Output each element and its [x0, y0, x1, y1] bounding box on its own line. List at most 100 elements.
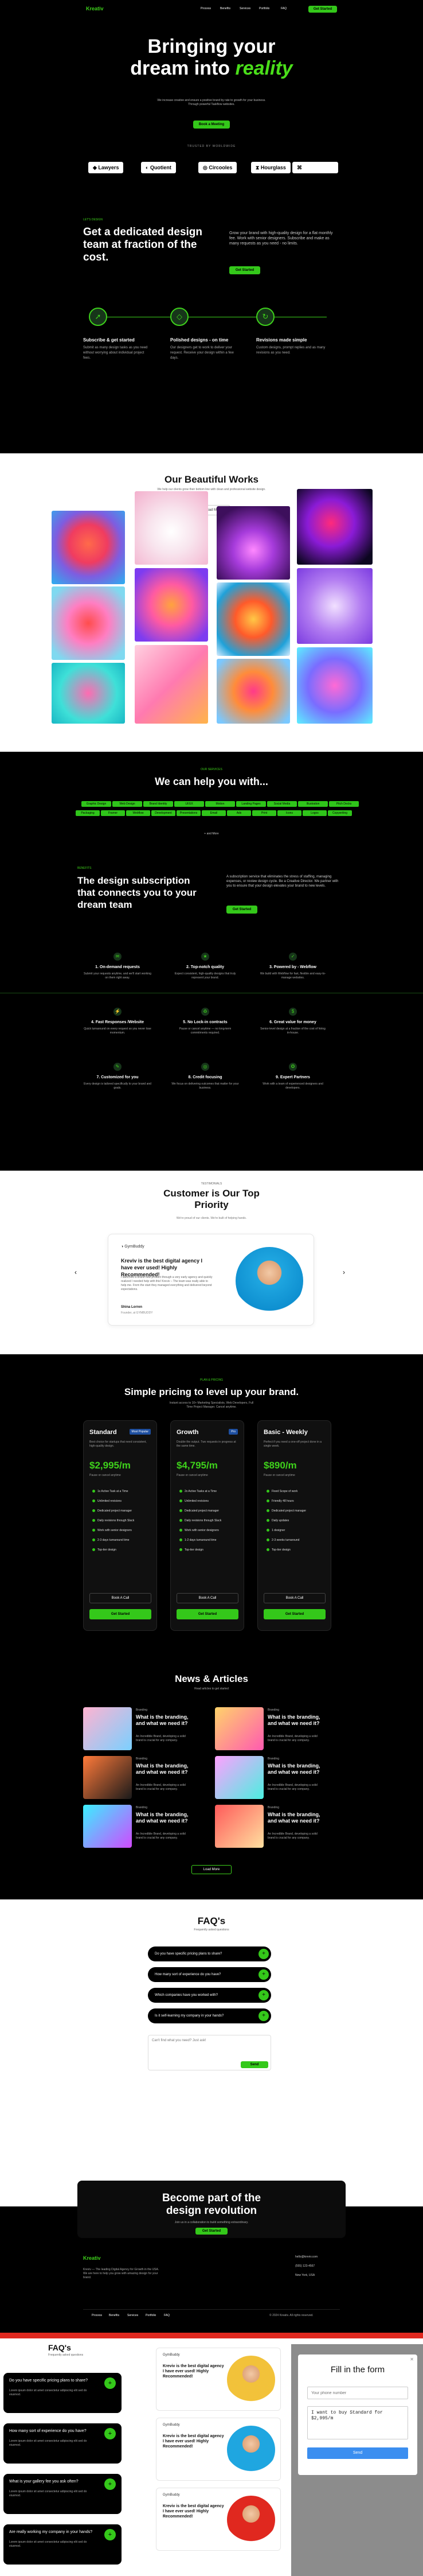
- news-title[interactable]: What is the branding, and what we need i…: [268, 1812, 325, 1824]
- service-tag[interactable]: Packaging: [76, 810, 100, 816]
- plan-feature: Unlimited revisions: [92, 1499, 152, 1503]
- plan-feature: Top-tier design: [267, 1548, 327, 1552]
- news-tag: Branding: [136, 1806, 148, 1809]
- service-tag[interactable]: Icons: [277, 810, 301, 816]
- work-art-5[interactable]: [52, 586, 125, 660]
- service-tag[interactable]: Logos: [303, 810, 327, 816]
- faq-item-2[interactable]: How many sort of experience do you have?…: [148, 1967, 271, 1982]
- footer-email[interactable]: hello@kreviv.com: [295, 2255, 318, 2259]
- faq-item-1[interactable]: Do you have specific pricing plans to sh…: [148, 1946, 271, 1961]
- close-icon[interactable]: ✕: [410, 2357, 414, 2362]
- work-art-8[interactable]: [297, 568, 373, 644]
- command-icon: ⌘: [297, 165, 302, 170]
- faq-item-3[interactable]: Which companies have you worked with? +: [148, 1988, 271, 2003]
- benefit-icon: ✪: [289, 1063, 297, 1071]
- get-started-button[interactable]: Get Started: [89, 1609, 151, 1619]
- footer-link-services[interactable]: Services: [127, 2314, 138, 2317]
- footer-link-portfolio[interactable]: Portfolio: [146, 2314, 156, 2317]
- service-tag[interactable]: Pitch Decks: [329, 801, 359, 807]
- work-art-9[interactable]: [52, 663, 125, 724]
- news-text: An Incredible Brand, developing a solid …: [268, 1735, 318, 1742]
- work-art-3[interactable]: [217, 506, 290, 580]
- work-art-4[interactable]: [297, 489, 373, 565]
- message-field[interactable]: I want to buy Standard for $2,995/m: [307, 2406, 408, 2439]
- nav-item-process[interactable]: Process: [201, 7, 211, 10]
- news-thumbnail[interactable]: [83, 1707, 132, 1750]
- work-art-6[interactable]: [135, 568, 208, 642]
- faq-title: FAQ's: [197, 1916, 226, 1926]
- nav-item-portfolio[interactable]: Portfolio: [259, 7, 269, 10]
- work-art-2[interactable]: [135, 491, 208, 565]
- service-tag[interactable]: Copywriting: [328, 810, 352, 816]
- next-arrow-icon[interactable]: ›: [343, 1268, 345, 1276]
- plus-icon[interactable]: +: [258, 1949, 269, 1959]
- works-section: Our Beautiful Works We help our clients …: [0, 453, 423, 752]
- service-tag[interactable]: Motion: [205, 801, 235, 807]
- book-call-button[interactable]: Book A Call: [177, 1593, 238, 1603]
- pricing-card: Growth Pro Double the output. Two requests…: [170, 1420, 244, 1631]
- get-started-button[interactable]: Get Started: [264, 1609, 326, 1619]
- news-title[interactable]: What is the branding, and what we need i…: [268, 1714, 325, 1727]
- footer-phone[interactable]: (555) 123-4567: [295, 2264, 315, 2268]
- nav-item-faq[interactable]: FAQ: [281, 7, 287, 10]
- footer-link-process[interactable]: Process: [92, 2314, 102, 2317]
- news-title[interactable]: What is the branding, and what we need i…: [268, 1763, 325, 1775]
- service-tag[interactable]: Development: [151, 810, 175, 816]
- service-tag[interactable]: Email: [202, 810, 226, 816]
- nav-cta-button[interactable]: Get Started: [308, 6, 337, 13]
- book-call-button[interactable]: Book A Call: [264, 1593, 326, 1603]
- service-tag[interactable]: Print: [252, 810, 276, 816]
- service-tag[interactable]: Web Design: [112, 801, 142, 807]
- service-tag[interactable]: Social Media: [267, 801, 297, 807]
- nav-item-benefits[interactable]: Benefits: [220, 7, 230, 10]
- footer-link-faq[interactable]: FAQ: [164, 2314, 170, 2317]
- service-tag[interactable]: Graphic Design: [81, 801, 111, 807]
- news-thumbnail[interactable]: [215, 1805, 264, 1848]
- work-art-10[interactable]: [135, 645, 208, 724]
- news-thumbnail[interactable]: [83, 1756, 132, 1799]
- step-2-text: Our designers get to work to deliver you…: [170, 346, 234, 360]
- footer-copyright: © 2024 Kreativ. All rights reserved.: [269, 2314, 314, 2317]
- faq-send-button[interactable]: Send: [241, 2061, 268, 2068]
- news-title[interactable]: What is the branding, and what we need i…: [136, 1714, 193, 1727]
- news-tag: Branding: [268, 1806, 280, 1809]
- subscription-cta-button[interactable]: Get Started: [226, 906, 257, 914]
- book-meeting-button[interactable]: Book a Meeting: [193, 121, 230, 129]
- news-thumbnail[interactable]: [83, 1805, 132, 1848]
- footer-logo[interactable]: Kreativ: [83, 2255, 101, 2261]
- news-thumbnail[interactable]: [215, 1756, 264, 1799]
- work-art-7[interactable]: [217, 582, 290, 656]
- plus-icon[interactable]: +: [258, 2011, 269, 2021]
- join-cta-button[interactable]: Get Started: [195, 2228, 228, 2235]
- service-tag[interactable]: UI/UX: [174, 801, 204, 807]
- news-text: An Incredible Brand, developing a solid …: [136, 1735, 186, 1742]
- dedicated-cta-button[interactable]: Get Started: [229, 266, 260, 274]
- book-call-button[interactable]: Book A Call: [89, 1593, 151, 1603]
- news-title[interactable]: What is the branding, and what we need i…: [136, 1812, 193, 1824]
- get-started-button[interactable]: Get Started: [177, 1609, 238, 1619]
- mockup-strip: FAQ's Frequently asked questions Do you …: [0, 2333, 423, 2576]
- work-art-11[interactable]: [217, 659, 290, 724]
- service-tag[interactable]: Illustration: [298, 801, 328, 807]
- service-tag[interactable]: Ads: [227, 810, 251, 816]
- footer-link-benefits[interactable]: Benefits: [109, 2314, 119, 2317]
- service-tag[interactable]: Webflow: [126, 810, 150, 816]
- service-tag[interactable]: Brand Identity: [143, 801, 173, 807]
- service-tag[interactable]: Landing Pages: [236, 801, 266, 807]
- prev-arrow-icon[interactable]: ‹: [75, 1268, 77, 1276]
- logo[interactable]: Kreativ: [86, 6, 104, 11]
- service-tag[interactable]: Presentations: [177, 810, 201, 816]
- news-load-more-button[interactable]: Load More: [191, 1865, 232, 1874]
- news-thumbnail[interactable]: [215, 1707, 264, 1750]
- news-title[interactable]: What is the branding, and what we need i…: [136, 1763, 193, 1775]
- faq-item-4[interactable]: Is it self-learning my company in your h…: [148, 2008, 271, 2023]
- plus-icon[interactable]: +: [258, 1990, 269, 2000]
- form-send-button[interactable]: Send: [307, 2447, 408, 2459]
- work-art-12[interactable]: [297, 647, 373, 724]
- work-art-1[interactable]: [52, 511, 125, 584]
- plus-icon[interactable]: +: [258, 1969, 269, 1980]
- avatar: [227, 2426, 275, 2474]
- service-tag[interactable]: Framer: [101, 810, 125, 816]
- nav-item-services[interactable]: Services: [240, 7, 250, 10]
- phone-field[interactable]: [307, 2387, 408, 2399]
